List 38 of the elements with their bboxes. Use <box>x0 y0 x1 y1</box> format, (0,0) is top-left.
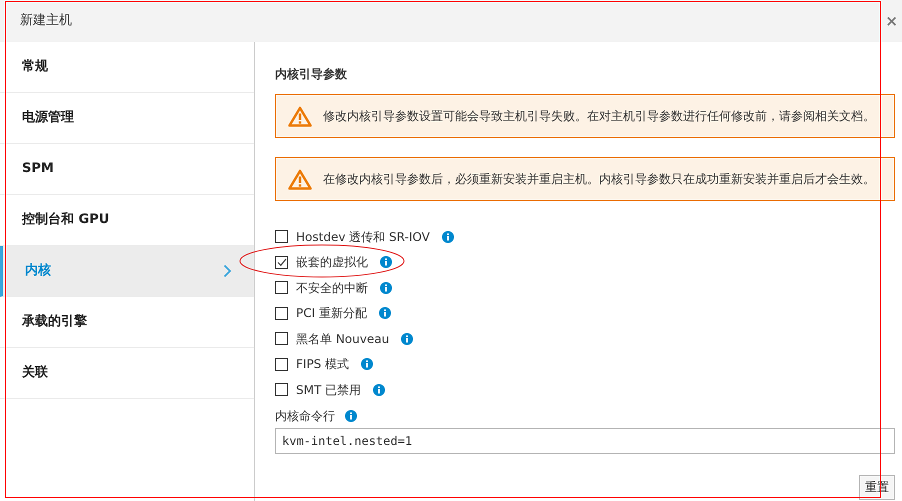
sidebar-item[interactable]: SPM <box>0 144 254 195</box>
checkbox-label: FIPS 模式 <box>296 356 350 374</box>
checkbox-label: PCI 重新分配 <box>296 305 367 322</box>
checkbox-label: Hostdev 透传和 SR-IOV <box>296 228 430 246</box>
warning-icon <box>288 106 312 126</box>
info-icon[interactable] <box>361 358 374 370</box>
chevron-right-icon <box>223 264 232 278</box>
warning-icon <box>288 168 312 190</box>
info-icon[interactable] <box>380 282 392 294</box>
info-icon[interactable] <box>378 307 391 320</box>
checkbox-label: 不安全的中断 <box>296 280 368 297</box>
warning-text: 在修改内核引导参数后，必须重新安装并重启主机。内核引导参数只在成功重新安装并重启后才会生效。 <box>323 171 875 188</box>
checkbox-label: SMT 已禁用 <box>296 382 362 399</box>
checkmark-icon <box>276 258 286 267</box>
sidebar-item[interactable]: 关联 <box>0 348 254 399</box>
field-label: 内核命令行 <box>275 408 335 424</box>
section-title: 内核引导参数 <box>275 66 348 83</box>
dialog-title: 新建主机 <box>20 12 72 30</box>
info-icon[interactable] <box>373 384 386 396</box>
checkbox[interactable] <box>275 383 288 396</box>
checkbox[interactable] <box>275 306 288 320</box>
info-icon[interactable] <box>345 410 357 422</box>
sidebar-item[interactable]: 常规 <box>0 42 254 93</box>
info-icon[interactable] <box>442 230 454 243</box>
checkbox[interactable] <box>275 230 288 244</box>
checkbox-label: 嵌套的虚拟化 <box>296 254 368 272</box>
sidebar-item[interactable]: 电源管理 <box>0 93 254 144</box>
checkbox-label: 黑名单 Nouveau <box>296 330 390 348</box>
checkbox[interactable] <box>275 256 288 269</box>
sidebar-item[interactable]: 承载的引擎 <box>0 297 254 348</box>
command-line-field[interactable]: kvm-intel.nested=1 <box>275 428 895 454</box>
checkbox[interactable] <box>275 281 288 294</box>
checkbox[interactable] <box>275 358 288 371</box>
checkbox[interactable] <box>275 332 288 346</box>
info-icon[interactable] <box>380 256 392 268</box>
close-button[interactable]: × <box>885 14 898 28</box>
info-icon[interactable] <box>401 332 414 345</box>
warning-text: 修改内核引导参数设置可能会导致主机引导失败。在对主机引导参数进行任何修改前，请参阅相关文档。 <box>323 108 875 125</box>
